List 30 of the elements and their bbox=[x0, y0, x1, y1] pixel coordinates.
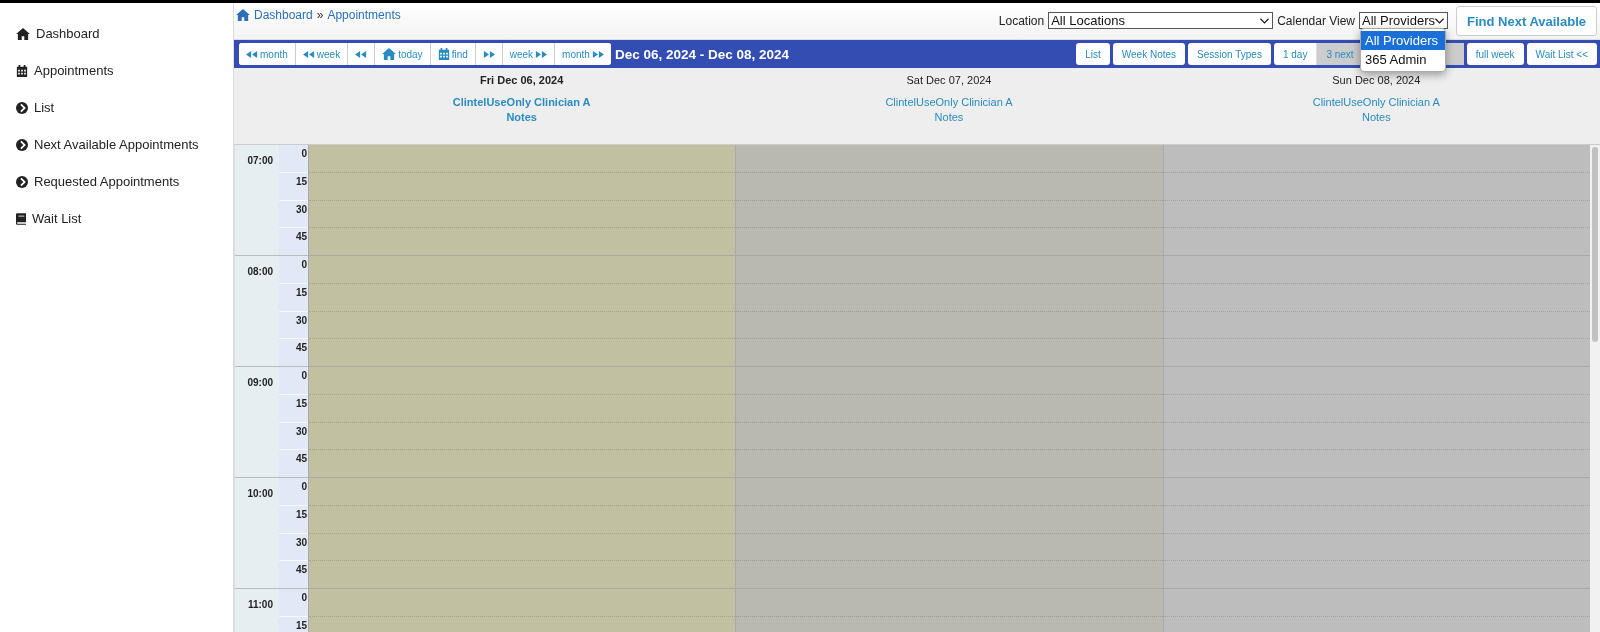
calendar-view-label: Calendar View bbox=[1277, 13, 1356, 28]
day-date: Sat Dec 07, 2024 bbox=[906, 74, 992, 86]
minute-label: 0 bbox=[301, 148, 307, 159]
minute-label: 45 bbox=[295, 564, 307, 576]
minute-label: 15 bbox=[295, 508, 307, 520]
hour-label: 09:00 bbox=[247, 377, 273, 389]
minute-label: 30 bbox=[295, 536, 307, 548]
minute-label: 30 bbox=[295, 203, 307, 215]
breadcrumb-separator: » bbox=[316, 8, 324, 22]
minute-label: 30 bbox=[295, 425, 307, 437]
minute-label: 0 bbox=[301, 481, 307, 492]
minute-label: 15 bbox=[295, 619, 307, 631]
hour-label: 10:00 bbox=[247, 488, 273, 500]
minute-label: 45 bbox=[295, 231, 307, 243]
minute-label: 15 bbox=[295, 286, 307, 298]
minute-label: 30 bbox=[295, 314, 307, 326]
location-label: Location bbox=[998, 13, 1045, 28]
minute-label: 45 bbox=[295, 342, 307, 354]
hour-label: 08:00 bbox=[247, 266, 273, 278]
day-date: Fri Dec 06, 2024 bbox=[480, 74, 564, 86]
hour-label: 11:00 bbox=[247, 599, 273, 611]
minute-label: 45 bbox=[295, 453, 307, 465]
hour-label: 07:00 bbox=[247, 155, 273, 167]
minute-label: 0 bbox=[301, 592, 307, 603]
day-date: Sun Dec 08, 2024 bbox=[1332, 74, 1421, 86]
date-range-title: Dec 06, 2024 - Dec 08, 2024 bbox=[614, 46, 790, 62]
minute-label: 0 bbox=[301, 370, 307, 381]
minute-label: 15 bbox=[295, 397, 307, 409]
minute-label: 0 bbox=[301, 259, 307, 270]
minute-label: 15 bbox=[295, 175, 307, 187]
